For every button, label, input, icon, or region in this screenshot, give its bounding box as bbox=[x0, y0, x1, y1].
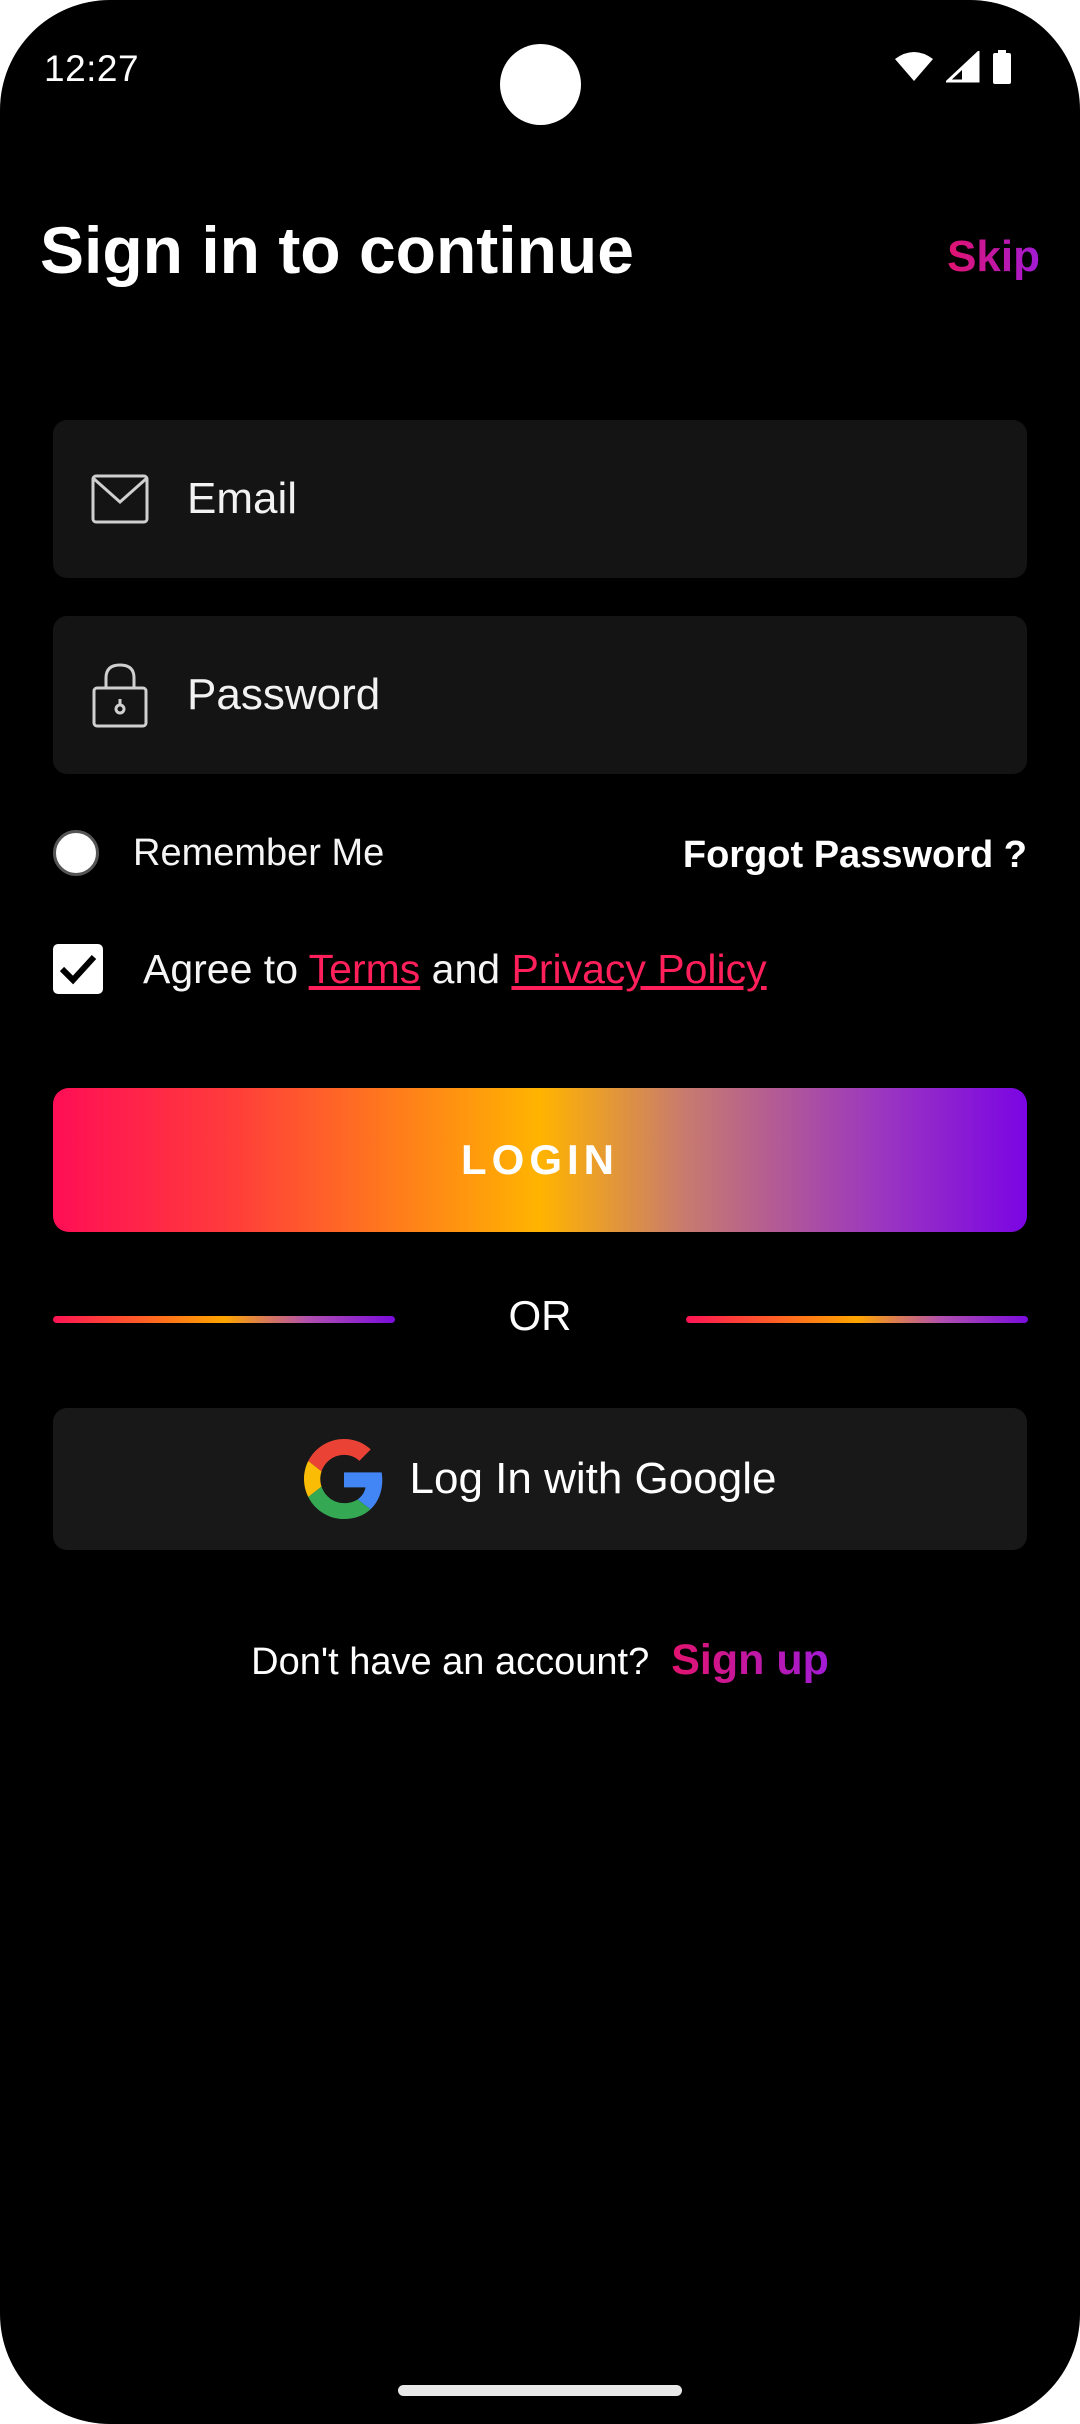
remember-me-radio[interactable] bbox=[53, 830, 99, 876]
login-button[interactable]: LOGIN bbox=[53, 1088, 1027, 1232]
agree-middle: and bbox=[420, 945, 512, 992]
password-input[interactable] bbox=[185, 669, 969, 721]
agree-terms-text: Agree to Terms and Privacy Policy bbox=[143, 946, 767, 993]
divider-line-right bbox=[686, 1316, 1028, 1323]
status-time: 12:27 bbox=[44, 48, 140, 89]
signup-link[interactable]: Sign up bbox=[671, 1636, 829, 1685]
terms-link[interactable]: Terms bbox=[309, 946, 421, 992]
page-title: Sign in to continue bbox=[40, 213, 634, 287]
remember-me-toggle[interactable]: Remember Me bbox=[53, 830, 384, 876]
signup-row: Don't have an account? Sign up bbox=[0, 1636, 1080, 1685]
agree-terms-row: Agree to Terms and Privacy Policy bbox=[53, 944, 767, 994]
forgot-password-link[interactable]: Forgot Password ? bbox=[683, 834, 1027, 877]
battery-icon bbox=[992, 50, 1012, 84]
phone-screen: 12:27 Sign in to continue Skip Email Rem… bbox=[0, 0, 1080, 2424]
agree-terms-checkbox[interactable] bbox=[53, 944, 103, 994]
password-field-container[interactable] bbox=[53, 616, 1027, 774]
wifi-icon bbox=[894, 51, 934, 83]
checkmark-icon bbox=[59, 954, 97, 985]
camera-cutout bbox=[500, 44, 581, 125]
mail-icon bbox=[91, 470, 149, 528]
home-indicator[interactable] bbox=[398, 2385, 682, 2396]
agree-prefix: Agree to bbox=[143, 945, 309, 992]
lock-icon bbox=[91, 663, 149, 728]
email-input[interactable] bbox=[185, 473, 969, 525]
skip-button[interactable]: Skip bbox=[947, 232, 1040, 282]
signup-question: Don't have an account? bbox=[251, 1641, 650, 1683]
status-icons bbox=[894, 50, 1012, 84]
google-icon bbox=[303, 1439, 382, 1519]
email-field-container[interactable] bbox=[53, 420, 1027, 578]
privacy-policy-link[interactable]: Privacy Policy bbox=[511, 946, 766, 992]
remember-me-label: Remember Me bbox=[133, 831, 385, 874]
signal-icon bbox=[946, 51, 980, 83]
google-login-button[interactable]: Log In with Google bbox=[53, 1408, 1027, 1550]
google-login-label: Log In with Google bbox=[409, 1454, 777, 1503]
